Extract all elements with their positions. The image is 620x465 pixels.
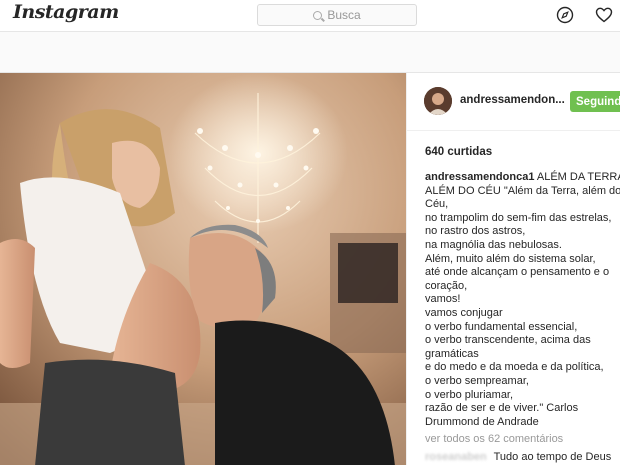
page-spacer bbox=[0, 33, 620, 72]
compass-icon[interactable] bbox=[556, 6, 574, 24]
instagram-logo[interactable]: Instagram bbox=[13, 1, 119, 23]
caption-line: Céu, bbox=[425, 198, 449, 211]
caption-line: razão de ser e de viver." Carlos bbox=[425, 402, 579, 415]
caption-line: no rastro dos astros, bbox=[425, 225, 526, 238]
caption-username[interactable]: andressamendonca1 bbox=[425, 171, 534, 183]
caption-line: vamos! bbox=[425, 293, 461, 306]
comment-text: Tudo ao tempo de Deus bbox=[493, 451, 612, 463]
caption-line: o verbo pluriamar, bbox=[425, 388, 514, 401]
post-photo[interactable] bbox=[0, 73, 406, 465]
post-card: andressamendon... Seguindo 640 curtidas … bbox=[0, 72, 620, 465]
search-placeholder: Busca bbox=[327, 8, 361, 22]
search-icon bbox=[313, 10, 323, 20]
caption-line: gramáticas bbox=[425, 347, 479, 360]
post-caption: andressamendonca1 ALÉM DA TERRA, ALÉM DO… bbox=[425, 171, 620, 429]
caption-line: Além, muito além do sistema solar, bbox=[425, 252, 596, 265]
avatar-image bbox=[424, 87, 452, 115]
comment-item: roseanaben Tudo ao tempo de Deus bbox=[425, 451, 611, 463]
post-image bbox=[0, 73, 406, 465]
caption-line: o verbo sempreamar, bbox=[425, 374, 529, 387]
caption-line: ALÉM DO CÉU "Além da Terra, além do bbox=[425, 184, 620, 197]
caption-line: e do medo e da moeda e da política, bbox=[425, 361, 604, 374]
caption-line: o verbo transcendente, acima das bbox=[425, 334, 591, 347]
likes-count[interactable]: 640 curtidas bbox=[425, 146, 492, 158]
comment-username[interactable]: roseanaben bbox=[425, 451, 487, 463]
caption-line: na magnólia das nebulosas. bbox=[425, 238, 562, 251]
post-header: andressamendon... Seguindo bbox=[407, 73, 620, 131]
caption-line: vamos conjugar bbox=[425, 306, 503, 319]
caption-line: coração, bbox=[425, 279, 468, 292]
post-username[interactable]: andressamendon... bbox=[460, 94, 565, 106]
caption-first-line: ALÉM DA TERRA, bbox=[534, 171, 620, 183]
caption-line: no trampolim do sem-fim das estrelas, bbox=[425, 211, 612, 224]
caption-line: Drummond de Andrade bbox=[425, 415, 539, 428]
top-navigation-bar: Instagram Busca bbox=[0, 0, 620, 32]
avatar[interactable] bbox=[424, 87, 452, 115]
search-input[interactable]: Busca bbox=[257, 4, 417, 26]
following-button[interactable]: Seguindo bbox=[570, 91, 620, 112]
post-sidebar: andressamendon... Seguindo 640 curtidas … bbox=[406, 73, 620, 465]
heart-icon[interactable] bbox=[595, 6, 613, 24]
view-all-comments-link[interactable]: ver todos os 62 comentários bbox=[425, 433, 563, 445]
caption-line: o verbo fundamental essencial, bbox=[425, 320, 578, 333]
caption-line: até onde alcançam o pensamento e o bbox=[425, 266, 610, 279]
